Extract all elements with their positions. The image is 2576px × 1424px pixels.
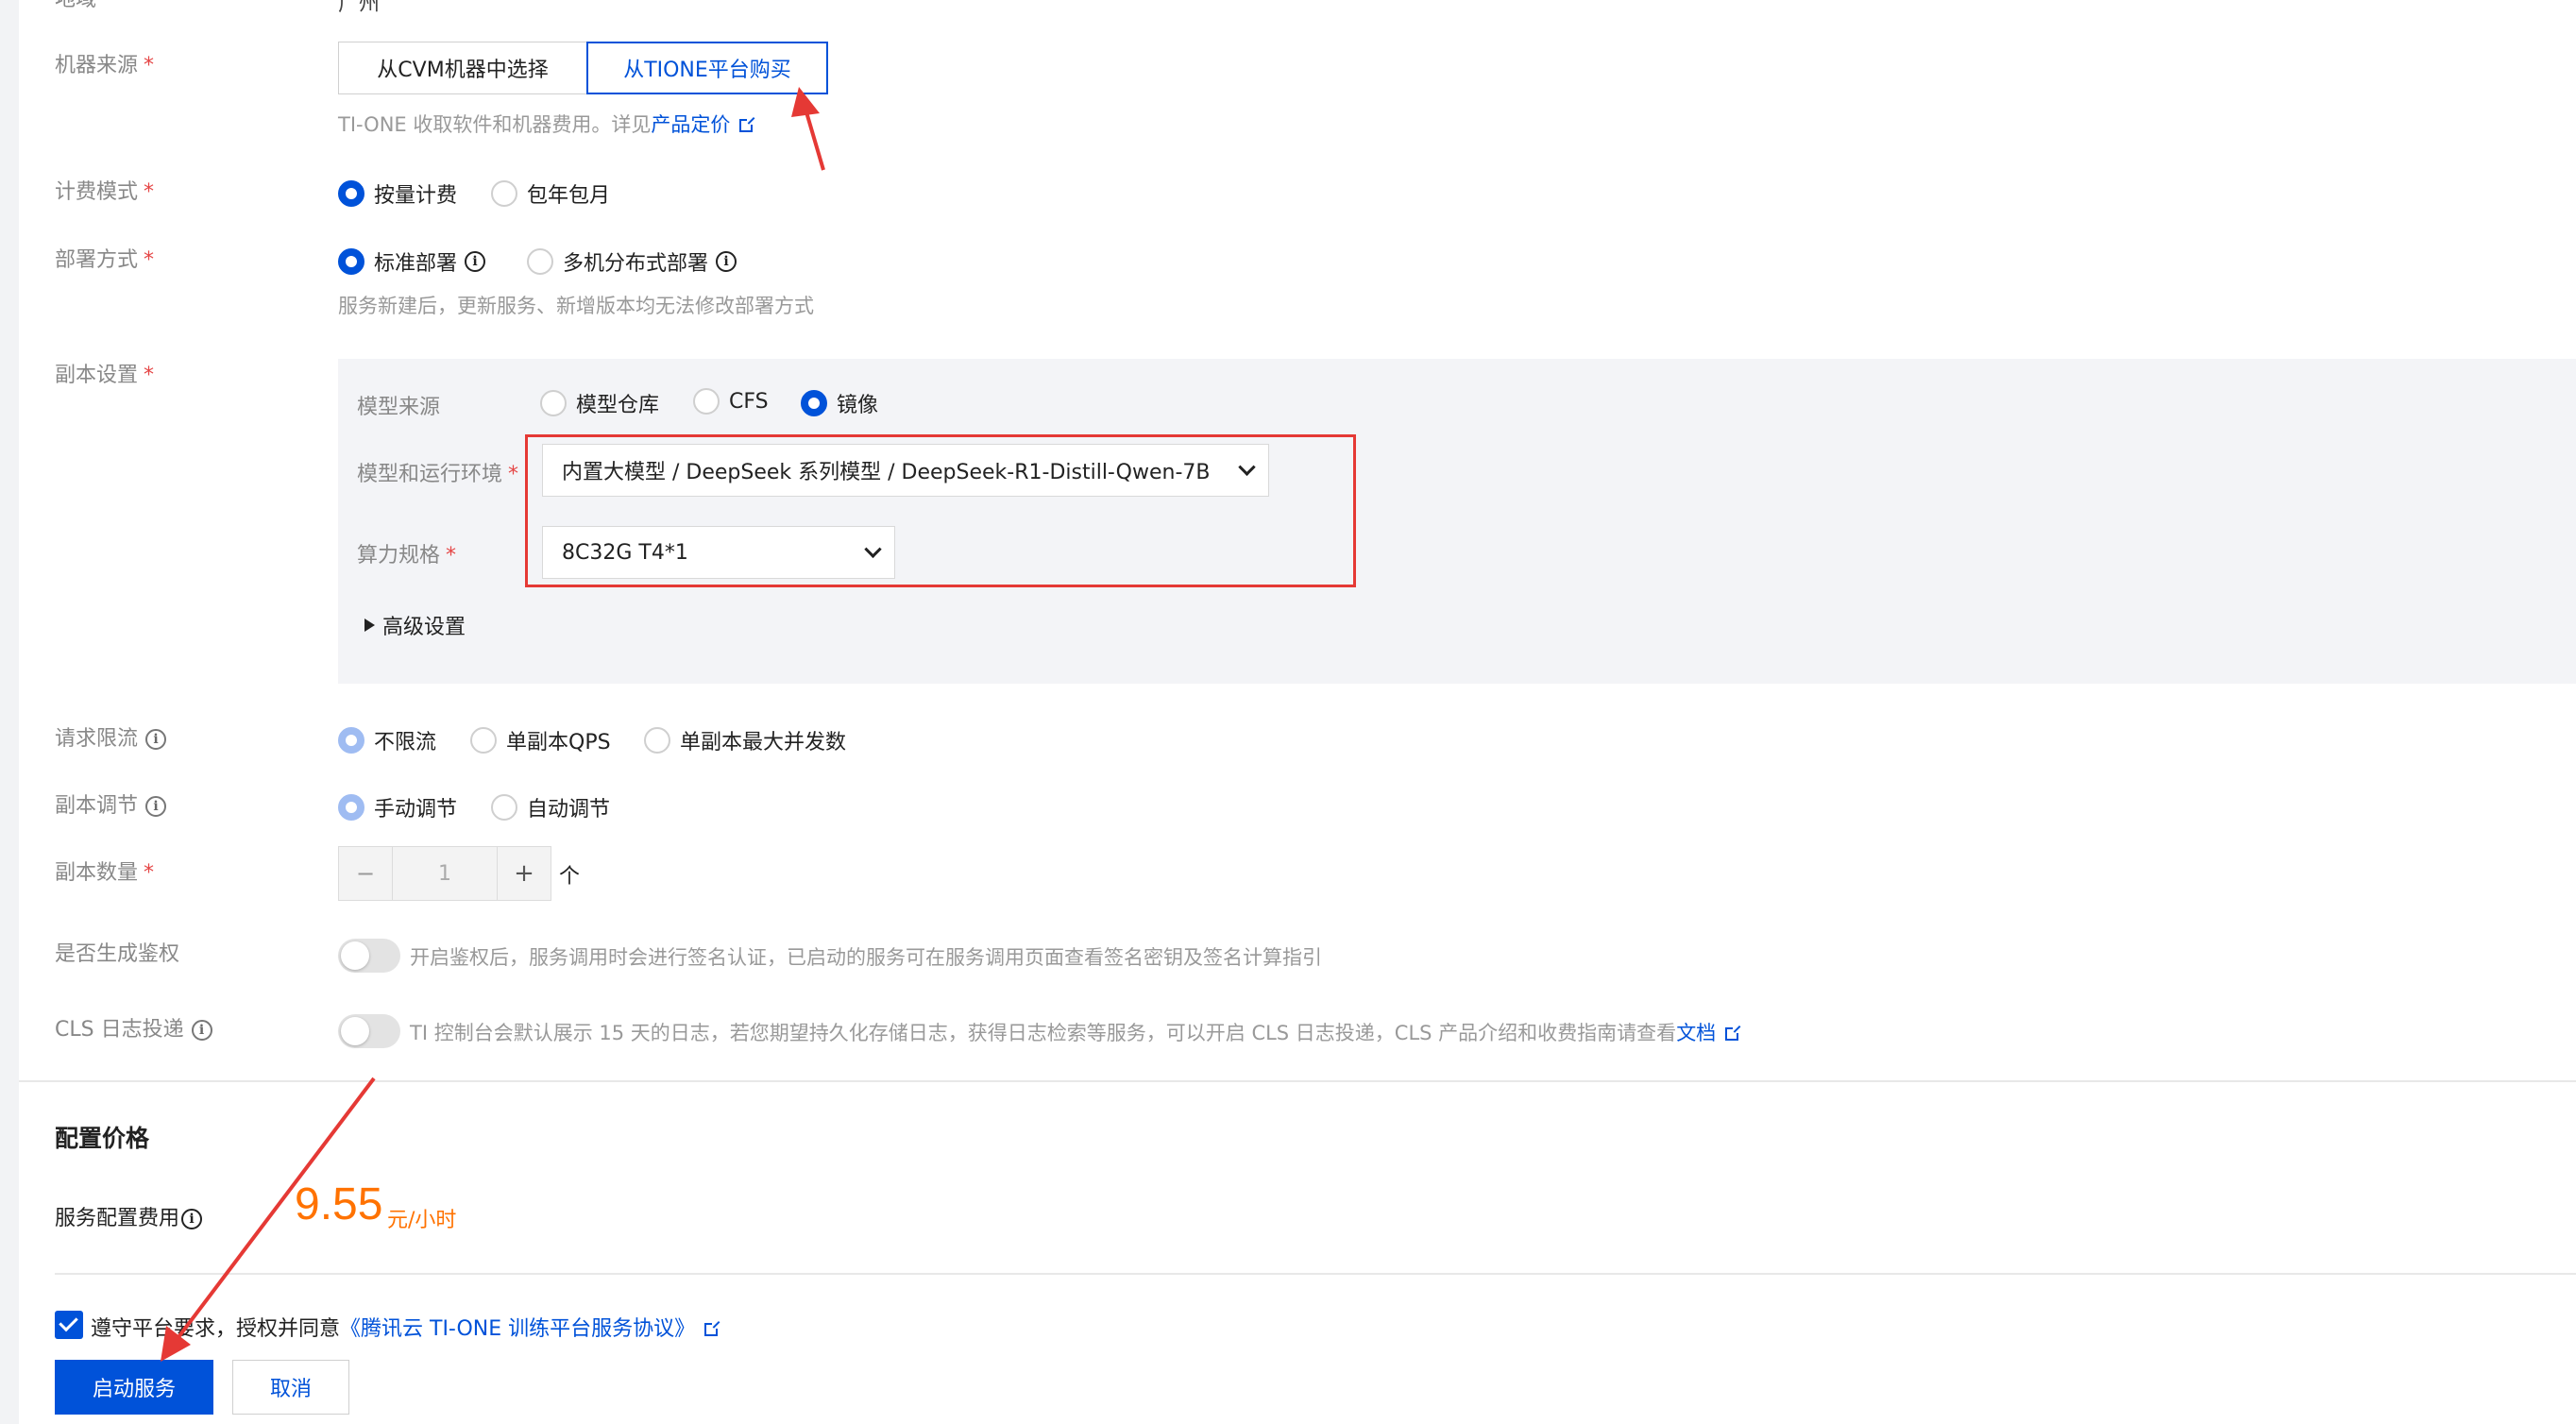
annotation-arrows bbox=[161, 87, 825, 1362]
annotation-arrow-2 bbox=[174, 1076, 376, 1343]
annotation-arrowhead-1 bbox=[791, 87, 820, 117]
annotation-arrowhead-2 bbox=[161, 1326, 191, 1362]
annotation-arrow-1 bbox=[803, 105, 825, 171]
